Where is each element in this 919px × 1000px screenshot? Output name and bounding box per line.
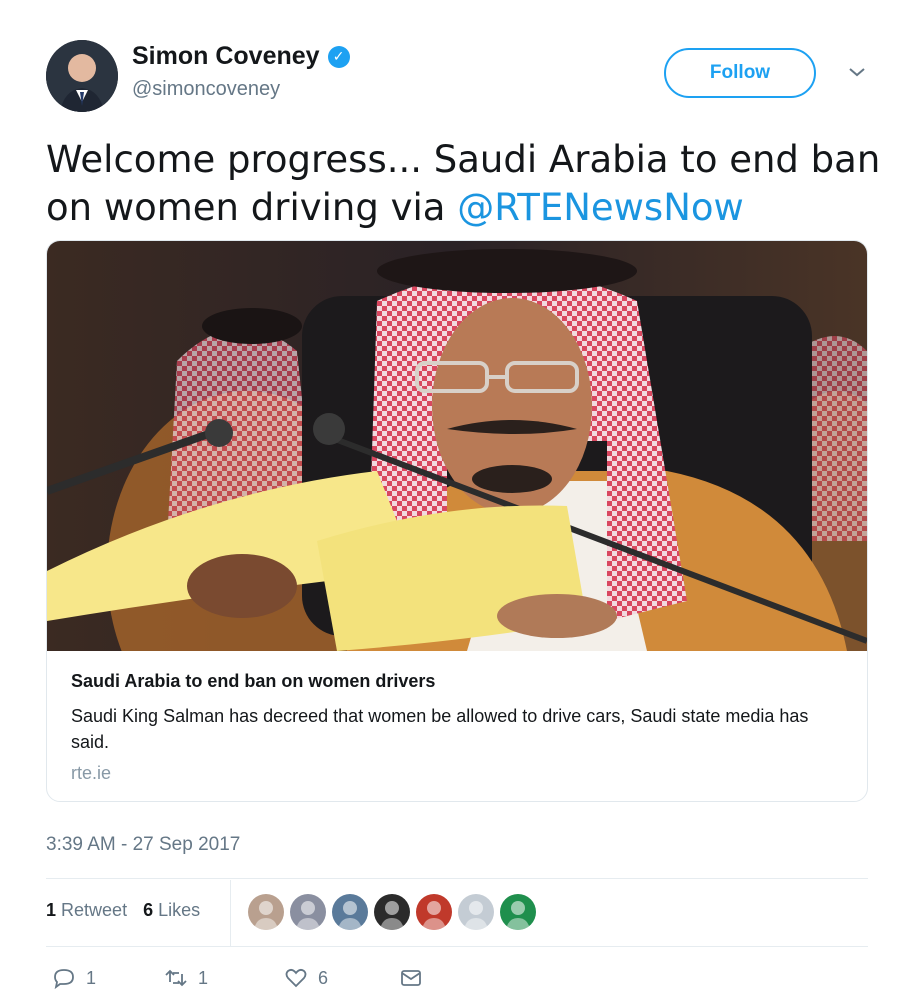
liker-avatar[interactable] bbox=[416, 894, 452, 930]
liker-avatar[interactable] bbox=[332, 894, 368, 930]
reply-action[interactable]: 1 bbox=[52, 966, 164, 990]
likes-count: 6 bbox=[143, 900, 154, 920]
card-image[interactable] bbox=[47, 241, 867, 651]
liker-avatar[interactable] bbox=[458, 894, 494, 930]
card-domain[interactable]: rte.ie bbox=[71, 763, 111, 784]
card-description: Saudi King Salman has decreed that women… bbox=[71, 706, 809, 752]
heart-icon bbox=[285, 968, 307, 988]
stats-divider bbox=[230, 880, 231, 946]
retweets-stat[interactable]: 1 Retweet bbox=[46, 900, 127, 921]
divider bbox=[46, 878, 868, 879]
author-name-row[interactable]: Simon Coveney ✓ bbox=[132, 42, 350, 71]
tweet-timestamp[interactable]: 3:39 AM - 27 Sep 2017 bbox=[46, 834, 240, 856]
liker-avatar[interactable] bbox=[290, 894, 326, 930]
tweet-mention-link[interactable]: @RTENewsNow bbox=[457, 186, 744, 229]
link-card[interactable]: Saudi Arabia to end ban on women drivers… bbox=[46, 240, 868, 802]
envelope-icon bbox=[401, 970, 421, 986]
verified-badge-icon: ✓ bbox=[327, 45, 350, 68]
retweet-count: 1 bbox=[198, 967, 209, 988]
follow-button[interactable]: Follow bbox=[664, 48, 816, 98]
reply-icon bbox=[54, 969, 74, 990]
retweets-label: Retweet bbox=[61, 900, 128, 920]
direct-message-action[interactable] bbox=[399, 966, 423, 990]
retweets-count: 1 bbox=[46, 900, 57, 920]
liker-avatar[interactable] bbox=[500, 894, 536, 930]
tweet-text: Welcome progress... Saudi Arabia to end … bbox=[46, 136, 886, 232]
like-count: 6 bbox=[318, 967, 329, 988]
reply-count: 1 bbox=[86, 967, 97, 988]
chevron-down-icon[interactable] bbox=[845, 60, 869, 84]
card-title[interactable]: Saudi Arabia to end ban on women drivers bbox=[71, 671, 435, 692]
like-action[interactable]: 6 bbox=[284, 966, 399, 990]
likes-stat[interactable]: 6 Likes bbox=[143, 900, 200, 921]
liker-avatar[interactable] bbox=[248, 894, 284, 930]
divider bbox=[46, 946, 868, 947]
retweet-action[interactable]: 1 bbox=[164, 966, 284, 990]
retweet-icon bbox=[165, 969, 187, 987]
likers-avatars bbox=[248, 894, 536, 930]
author-handle[interactable]: @simoncoveney bbox=[132, 78, 280, 101]
engagement-stats: 1 Retweet 6 Likes bbox=[46, 900, 200, 921]
likes-label: Likes bbox=[158, 900, 201, 920]
author-avatar[interactable] bbox=[46, 40, 118, 112]
tweet-actions: 1 1 6 bbox=[52, 966, 423, 990]
liker-avatar[interactable] bbox=[374, 894, 410, 930]
author-name[interactable]: Simon Coveney bbox=[132, 42, 320, 71]
